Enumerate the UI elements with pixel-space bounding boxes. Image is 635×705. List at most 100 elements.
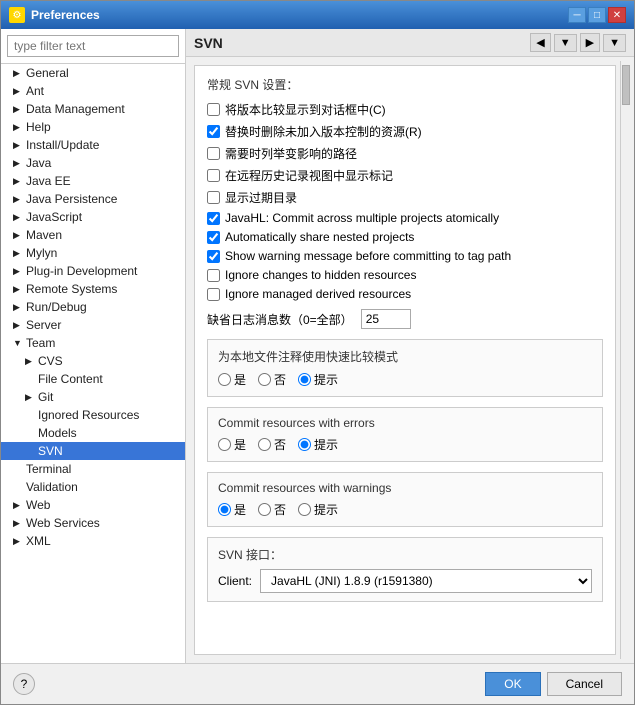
show-warning-label: Show warning message before committing t…: [225, 249, 511, 263]
tree-arrow-icon: ▶: [13, 320, 23, 331]
sidebar-item-ignored-resources[interactable]: Ignored Resources: [1, 406, 185, 424]
sidebar-item-validation[interactable]: Validation: [1, 478, 185, 496]
help-button[interactable]: ?: [13, 673, 35, 695]
checkbox-row-ignore-managed: Ignore managed derived resources: [207, 287, 603, 301]
auto-share-label: Automatically share nested projects: [225, 230, 414, 244]
show-in-history-checkbox[interactable]: [207, 169, 220, 182]
tree-arrow-icon: ▶: [13, 104, 23, 115]
sidebar-item-label: Plug-in Development: [26, 264, 137, 278]
sidebar-item-install-update[interactable]: ▶Install/Update: [1, 136, 185, 154]
sidebar-item-label: Web: [26, 498, 50, 512]
tree-arrow-icon: ▶: [13, 248, 23, 259]
tree-arrow-icon: ▶: [25, 392, 35, 403]
commit-errors-section: Commit resources with errors 是 否: [207, 407, 603, 462]
sidebar-item-java-persistence[interactable]: ▶Java Persistence: [1, 190, 185, 208]
sidebar-item-label: Models: [38, 426, 77, 440]
nav-forward-button[interactable]: ▶: [580, 33, 600, 52]
warnings-no-radio[interactable]: [258, 503, 271, 516]
sidebar-item-models[interactable]: Models: [1, 424, 185, 442]
ignore-hidden-label: Ignore changes to hidden resources: [225, 268, 416, 282]
show-date-checkbox[interactable]: [207, 191, 220, 204]
footer: ? OK Cancel: [1, 663, 634, 704]
section-title: 常规 SVN 设置：: [207, 76, 603, 93]
client-row: Client: JavaHL (JNI) 1.8.9 (r1591380): [218, 569, 592, 593]
sidebar-item-xml[interactable]: ▶XML: [1, 532, 185, 550]
sidebar-item-data-management[interactable]: ▶Data Management: [1, 100, 185, 118]
compare-prompt-radio[interactable]: [298, 373, 311, 386]
sidebar-item-web[interactable]: ▶Web: [1, 496, 185, 514]
filter-input[interactable]: [7, 35, 179, 57]
compare-no-radio[interactable]: [258, 373, 271, 386]
warnings-prompt-option: 提示: [298, 501, 338, 518]
sidebar-item-label: Java: [26, 156, 51, 170]
scrollbar[interactable]: [620, 61, 630, 659]
compare-no-option: 否: [258, 371, 286, 388]
titlebar-left: ⚙ Preferences: [9, 7, 100, 23]
log-count-input[interactable]: [361, 309, 411, 329]
sidebar-item-label: Team: [26, 336, 55, 350]
sidebar-item-mylyn[interactable]: ▶Mylyn: [1, 244, 185, 262]
ignore-managed-checkbox[interactable]: [207, 288, 220, 301]
list-affected-checkbox[interactable]: [207, 147, 220, 160]
sidebar-item-label: CVS: [38, 354, 63, 368]
sidebar-item-file-content[interactable]: File Content: [1, 370, 185, 388]
show-compare-checkbox[interactable]: [207, 103, 220, 116]
sidebar-item-ant[interactable]: ▶Ant: [1, 82, 185, 100]
tree-arrow-icon: ▶: [13, 86, 23, 97]
errors-yes-radio[interactable]: [218, 438, 231, 451]
warnings-no-option: 否: [258, 501, 286, 518]
ignore-hidden-checkbox[interactable]: [207, 269, 220, 282]
replace-unversioned-label: 替换时删除未加入版本控制的资源(R): [225, 123, 422, 140]
sidebar-item-help[interactable]: ▶Help: [1, 118, 185, 136]
footer-buttons: OK Cancel: [485, 672, 622, 696]
show-warning-checkbox[interactable]: [207, 250, 220, 263]
errors-prompt-label: 提示: [314, 436, 338, 453]
auto-share-checkbox[interactable]: [207, 231, 220, 244]
tree-arrow-icon: ▶: [13, 194, 23, 205]
maximize-button[interactable]: □: [588, 7, 606, 23]
nav-menu-button[interactable]: ▼: [603, 34, 626, 52]
replace-unversioned-checkbox[interactable]: [207, 125, 220, 138]
errors-prompt-radio[interactable]: [298, 438, 311, 451]
commit-atomic-checkbox[interactable]: [207, 212, 220, 225]
sidebar-item-label: SVN: [38, 444, 63, 458]
warnings-yes-radio[interactable]: [218, 503, 231, 516]
sidebar-item-label: Web Services: [26, 516, 100, 530]
preferences-window: ⚙ Preferences ─ □ ✕ ▶General▶Ant▶Data Ma…: [0, 0, 635, 705]
sidebar-item-cvs[interactable]: ▶CVS: [1, 352, 185, 370]
errors-yes-label: 是: [234, 436, 246, 453]
sidebar-item-web-services[interactable]: ▶Web Services: [1, 514, 185, 532]
sidebar-item-general[interactable]: ▶General: [1, 64, 185, 82]
log-count-label: 缺省日志消息数（0=全部）: [207, 311, 353, 328]
sidebar-item-git[interactable]: ▶Git: [1, 388, 185, 406]
ok-button[interactable]: OK: [485, 672, 540, 696]
commit-errors-radios: 是 否 提示: [218, 436, 592, 453]
tree-arrow-icon: ▶: [13, 212, 23, 223]
sidebar-item-maven[interactable]: ▶Maven: [1, 226, 185, 244]
sidebar-item-label: JavaScript: [26, 210, 82, 224]
client-select[interactable]: JavaHL (JNI) 1.8.9 (r1591380): [260, 569, 592, 593]
checkbox-row-show-date: 显示过期目录: [207, 189, 603, 206]
close-button[interactable]: ✕: [608, 7, 626, 23]
sidebar-item-run-debug[interactable]: ▶Run/Debug: [1, 298, 185, 316]
sidebar-item-java[interactable]: ▶Java: [1, 154, 185, 172]
compare-yes-radio[interactable]: [218, 373, 231, 386]
sidebar-item-remote-systems[interactable]: ▶Remote Systems: [1, 280, 185, 298]
sidebar-item-javascript[interactable]: ▶JavaScript: [1, 208, 185, 226]
main-header: SVN ◀ ▼ ▶ ▼: [186, 29, 634, 57]
sidebar-item-terminal[interactable]: Terminal: [1, 460, 185, 478]
sidebar-item-server[interactable]: ▶Server: [1, 316, 185, 334]
sidebar-item-team[interactable]: ▼Team: [1, 334, 185, 352]
minimize-button[interactable]: ─: [568, 7, 586, 23]
tree-area: ▶General▶Ant▶Data Management▶Help▶Instal…: [1, 64, 185, 663]
cancel-button[interactable]: Cancel: [547, 672, 622, 696]
nav-dropdown-button[interactable]: ▼: [554, 34, 577, 52]
tree-arrow-icon: ▶: [13, 176, 23, 187]
warnings-prompt-radio[interactable]: [298, 503, 311, 516]
errors-no-radio[interactable]: [258, 438, 271, 451]
sidebar-item-svn[interactable]: SVN: [1, 442, 185, 460]
nav-back-button[interactable]: ◀: [530, 33, 550, 52]
sidebar-item-java-ee[interactable]: ▶Java EE: [1, 172, 185, 190]
warnings-yes-label: 是: [234, 501, 246, 518]
sidebar-item-plugin-development[interactable]: ▶Plug-in Development: [1, 262, 185, 280]
